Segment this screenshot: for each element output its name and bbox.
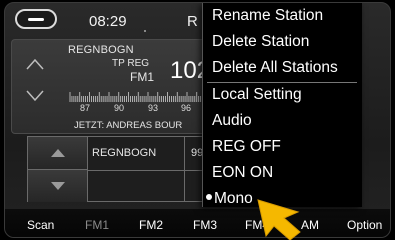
radio-text: JETZT: ANDREAS BOUR <box>74 120 183 131</box>
clock: 08:29 <box>89 13 127 30</box>
back-button[interactable] <box>15 9 57 29</box>
radio-display: REGNBOGN TP REG FM1 102 87 90 93 96 JETZ… <box>11 39 211 134</box>
tp-reg-indicator: TP REG <box>112 58 150 69</box>
menu-item-eon-on[interactable]: EON ON <box>203 160 363 186</box>
scale-label: 87 <box>80 103 91 113</box>
preset-scroll-down-button[interactable] <box>28 170 88 202</box>
menu-item-label: Mono <box>214 190 253 207</box>
fm2-button[interactable]: FM2 <box>139 218 163 232</box>
radio-screen: 08:29 R REGNBOGN TP REG FM1 102 87 90 93… <box>4 2 391 238</box>
scan-button[interactable]: Scan <box>27 218 54 232</box>
seek-down-button[interactable] <box>26 90 44 102</box>
preset-scroll-up-button[interactable] <box>28 137 88 170</box>
preset-station-name[interactable]: REGNBOGN <box>92 147 156 159</box>
station-name: REGNBOGN <box>68 44 134 56</box>
menu-item-audio[interactable]: Audio <box>203 108 363 134</box>
scale-label: 96 <box>181 103 192 113</box>
option-button[interactable]: Option <box>347 218 382 232</box>
menu-item-delete-station[interactable]: Delete Station <box>203 29 363 55</box>
frequency-scale <box>69 92 207 102</box>
scale-label: 93 <box>148 103 159 113</box>
menu-item-local-setting[interactable]: Local Setting <box>203 82 363 108</box>
menu-item-delete-all-stations[interactable]: Delete All Stations <box>203 55 363 81</box>
menu-item-reg-off[interactable]: REG OFF <box>203 134 363 160</box>
triangle-up-icon <box>50 149 65 157</box>
preset-list: REGNBOGN 99 <box>27 136 212 202</box>
chevron-down-icon <box>26 90 44 102</box>
seek-up-button[interactable] <box>26 58 44 70</box>
triangle-down-icon <box>50 182 65 190</box>
chevron-up-icon <box>26 58 44 70</box>
selected-dot-icon <box>206 193 212 200</box>
menu-item-rename-station[interactable]: Rename Station <box>203 3 363 29</box>
minus-icon <box>28 17 44 21</box>
bottom-toolbar: Scan FM1 FM2 FM3 FM4 AM Option <box>5 209 390 237</box>
status-dot <box>144 30 146 32</box>
fm1-button[interactable]: FM1 <box>85 218 109 232</box>
band-label: FM1 <box>130 70 154 84</box>
status-letter: R <box>187 13 198 30</box>
divider <box>88 170 212 171</box>
scale-label: 90 <box>114 103 125 113</box>
yellow-arrow-pointer-icon <box>257 199 301 240</box>
option-menu: Rename Station Delete Station Delete All… <box>202 3 362 207</box>
scale-labels: 87 90 93 96 <box>68 103 212 115</box>
fm3-button[interactable]: FM3 <box>193 218 217 232</box>
